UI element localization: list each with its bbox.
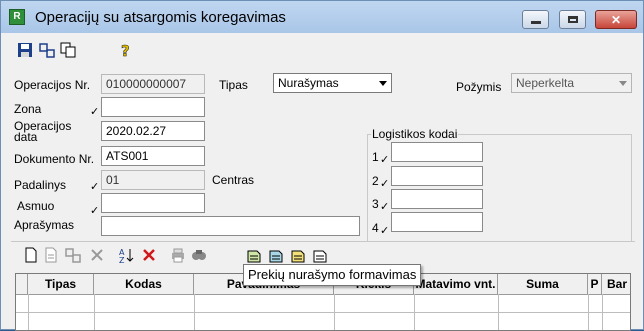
tooltip: Prekių nurašymo formavimas [243,264,422,286]
logistics-num-2: 2 [372,174,379,188]
pozymis-label: Požymis [456,80,502,94]
tipas-value: Nurašymas [278,76,339,90]
grid-divider [194,294,195,330]
svg-text:?: ? [121,42,130,58]
maximize-icon [567,16,578,23]
padalinys-field: 01 [101,170,205,190]
padalinys-name: Centras [212,173,255,187]
operacijos-data-label-line2: data [14,130,38,144]
operacijos-nr-label: Operacijos Nr. [14,78,91,92]
find-icon[interactable] [191,247,207,263]
grid-divider [602,294,603,330]
edit-doc-icon[interactable] [43,247,59,263]
dokumento-nr-field[interactable]: ATS001 [101,146,205,166]
grid-divider [334,294,335,330]
check-icon: ✓ [380,154,390,166]
maximize-button[interactable] [559,10,586,29]
save-icon[interactable] [17,42,33,58]
check-icon: ✓ [380,178,390,190]
logistics-num-4: 4 [372,221,379,235]
operacijos-data-field[interactable]: 2020.02.27 [101,121,205,141]
check-icon: ✓ [380,201,390,213]
form1-icon[interactable] [246,247,262,263]
grid-col-bar[interactable]: Bar [602,274,630,294]
grid-col-p[interactable]: P [588,274,602,294]
new-doc-icon[interactable] [23,247,39,263]
delete-icon[interactable] [89,247,105,263]
tipas-label: Tipas [219,78,248,92]
sort-icon[interactable]: AZ [119,247,135,263]
pozymis-select[interactable]: Neperkelta [511,73,632,93]
app-icon: R [9,9,25,25]
title-bar[interactable]: R Operacijų su atsargomis koregavimas ✕ [1,1,643,33]
asmuo-label: Asmuo [17,199,55,213]
asmuo-field[interactable] [101,193,205,213]
logistics-title: Logistikos kodai [371,127,459,141]
svg-text:Z: Z [119,256,125,263]
operacijos-data-label: Operacijos data [14,120,71,144]
logistics-code-1[interactable] [391,142,483,162]
logistics-code-4[interactable] [391,212,483,232]
logistics-num-1: 1 [372,150,379,164]
check-icon: ✓ [90,181,100,193]
chevron-down-icon[interactable] [374,74,391,92]
form3-icon[interactable] [290,247,306,263]
form2-icon[interactable] [268,247,284,263]
check-icon: ✓ [380,225,390,237]
form4-icon[interactable] [312,247,328,263]
minimize-icon [530,21,541,24]
chevron-down-icon[interactable] [614,74,631,92]
zona-label: Zona [14,102,42,116]
print-icon[interactable] [170,247,186,263]
grid-col-suma[interactable]: Suma [498,274,588,294]
operacijos-nr-field: 010000000007 [101,74,205,94]
grid-divider [28,294,29,330]
minimize-button[interactable] [522,10,549,29]
window-title: Operacijų su atsargomis koregavimas [35,9,286,26]
main-window: R Operacijų su atsargomis koregavimas ✕ … [0,0,644,331]
zona-field[interactable] [101,97,205,117]
close-icon: ✕ [610,12,622,27]
grid-divider [588,294,589,330]
logistics-code-2[interactable] [391,166,483,186]
grid-col-matavimo-vnt[interactable]: Matavimo vnt. [414,274,498,294]
aprasymas-label: Aprašymas [14,218,75,232]
close-button[interactable]: ✕ [595,10,637,29]
pozymis-value: Neperkelta [516,76,575,90]
grid-divider [414,294,415,330]
link-icon[interactable] [39,42,55,58]
grid-divider [498,294,499,330]
tipas-select[interactable]: Nurašymas [273,73,392,93]
help-icon[interactable]: ? [118,42,134,58]
separator [11,241,635,242]
check-icon: ✓ [90,205,100,217]
aprasymas-field[interactable] [101,216,360,236]
table-row[interactable] [16,312,630,330]
grid-divider [94,294,95,330]
link-icon[interactable] [65,247,81,263]
grid-col-tipas[interactable]: Tipas [28,274,94,294]
dokumento-nr-label: Dokumento Nr. [14,152,95,166]
padalinys-label: Padalinys [14,178,67,192]
copy-icon[interactable] [60,42,76,58]
check-icon: ✓ [90,106,100,118]
cancel-icon[interactable] [141,247,157,263]
logistics-code-3[interactable] [391,189,483,209]
logistics-num-3: 3 [372,197,379,211]
grid-col-selector [16,274,28,294]
grid-col-kodas[interactable]: Kodas [94,274,194,294]
table-row[interactable] [16,294,630,313]
